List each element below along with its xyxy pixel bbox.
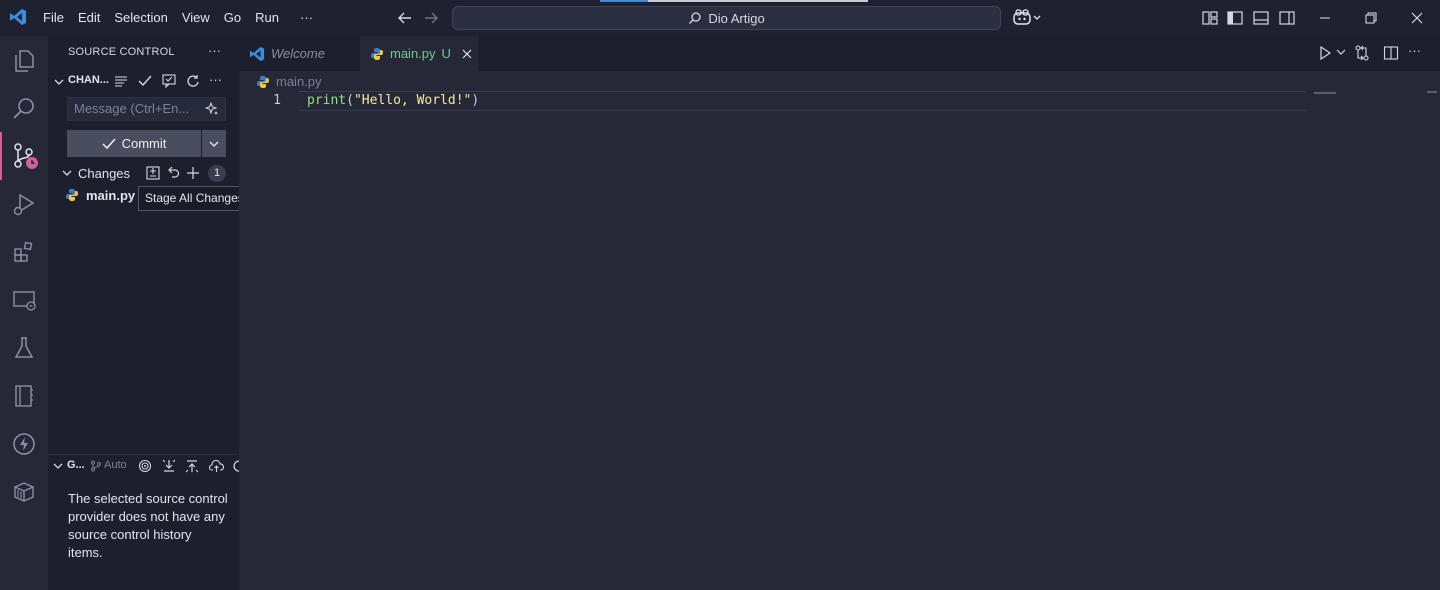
- code-editor[interactable]: main.py 1 print("Hello, World!"): [239, 71, 1440, 590]
- restore-icon[interactable]: [1348, 0, 1394, 36]
- graph-header-label: G...: [67, 459, 85, 471]
- activity-bar: [0, 36, 48, 590]
- tab-main-py-label: main.py: [390, 46, 436, 61]
- extensions-icon[interactable]: [0, 228, 48, 276]
- menu-go[interactable]: Go: [217, 0, 248, 36]
- close-icon[interactable]: [1394, 0, 1440, 36]
- commit-button-label: Commit: [121, 136, 167, 151]
- minimize-icon[interactable]: [1302, 0, 1348, 36]
- section-divider: [48, 454, 239, 455]
- code-function-token: print: [307, 93, 347, 108]
- pull-icon[interactable]: [185, 459, 199, 473]
- commit-message-icon[interactable]: [162, 74, 176, 88]
- view-as-list-icon[interactable]: [114, 74, 128, 88]
- graph-auto-label[interactable]: Auto: [104, 459, 127, 471]
- sidebar-more-button[interactable]: ···: [208, 43, 221, 58]
- menu-view[interactable]: View: [175, 0, 217, 36]
- commit-message-input[interactable]: Message (Ctrl+En...: [67, 97, 226, 121]
- sidebar-title: SOURCE CONTROL: [68, 46, 175, 58]
- minimap-line: [1314, 92, 1336, 94]
- open-changes-icon[interactable]: [1354, 45, 1370, 61]
- fetch-icon[interactable]: [162, 459, 176, 473]
- cloud-upload-icon[interactable]: [209, 459, 224, 473]
- tab-main-py[interactable]: main.py U: [360, 36, 478, 71]
- plus-icon[interactable]: [186, 166, 200, 180]
- line-number: 1: [273, 93, 281, 108]
- refresh-icon[interactable]: [186, 74, 200, 88]
- thunder-icon[interactable]: [0, 420, 48, 468]
- source-control-sidebar: SOURCE CONTROL ··· CHAN... ··· Message (…: [48, 36, 239, 590]
- editor-tab-bar: Welcome main.py U ···: [239, 36, 1440, 71]
- toggle-secondary-sidebar-icon[interactable]: [1278, 9, 1296, 27]
- tab-welcome-label: Welcome: [271, 46, 325, 61]
- code-paren-open: (: [346, 93, 354, 108]
- chevron-down-icon[interactable]: [52, 460, 64, 472]
- open-changes-icon[interactable]: [146, 166, 160, 180]
- run-python-file-icon[interactable]: [1318, 46, 1332, 60]
- run-and-debug-icon[interactable]: [0, 180, 48, 228]
- tab-welcome[interactable]: Welcome: [239, 36, 359, 71]
- remote-explorer-icon[interactable]: [0, 276, 48, 324]
- close-tab-icon[interactable]: [461, 48, 473, 60]
- git-branch-icon: [90, 460, 102, 472]
- breadcrumb-file[interactable]: main.py: [276, 74, 322, 89]
- testing-icon[interactable]: [0, 324, 48, 372]
- search-icon: [688, 11, 702, 25]
- python-file-icon: [370, 47, 384, 61]
- search-text: Dio Artigo: [708, 10, 765, 26]
- title-progress-bar-accent: [600, 0, 648, 2]
- command-center-search[interactable]: Dio Artigo: [452, 6, 1001, 30]
- refresh-history-icon[interactable]: [232, 459, 239, 473]
- chevron-down-icon: [208, 138, 220, 150]
- customize-layout-icon[interactable]: [1201, 9, 1219, 27]
- editor-more-button[interactable]: ···: [1408, 43, 1421, 58]
- chevron-down-icon[interactable]: [1336, 47, 1346, 57]
- code-string-token: "Hello, World!": [353, 93, 472, 108]
- copilot-icon[interactable]: [1013, 9, 1043, 27]
- back-arrow-icon[interactable]: [396, 9, 414, 27]
- split-editor-icon[interactable]: [1383, 45, 1399, 61]
- untracked-status-badge: U: [441, 46, 451, 61]
- changes-group-label[interactable]: Changes: [78, 166, 130, 181]
- menu-run[interactable]: Run: [248, 0, 286, 36]
- source-control-icon[interactable]: [0, 132, 48, 180]
- menu-file[interactable]: File: [36, 0, 71, 36]
- chevron-down-icon[interactable]: [61, 167, 73, 179]
- search-activity-icon[interactable]: [0, 84, 48, 132]
- explorer-icon[interactable]: [0, 36, 48, 84]
- vscode-logo-icon: [9, 8, 27, 26]
- changed-file-main-py[interactable]: main.py: [86, 188, 135, 203]
- notebook-icon[interactable]: [0, 372, 48, 420]
- changes-more-button[interactable]: ···: [209, 72, 222, 87]
- menu-bar: File Edit Selection View Go Run ···: [36, 0, 320, 36]
- vscode-logo-icon: [249, 46, 265, 62]
- python-file-icon: [256, 75, 270, 89]
- discard-all-changes-icon[interactable]: [166, 166, 180, 180]
- chevron-down-icon[interactable]: [53, 76, 65, 88]
- commit-button[interactable]: Commit: [67, 130, 201, 157]
- commit-dropdown-button[interactable]: [202, 130, 226, 157]
- menu-more[interactable]: ···: [286, 0, 320, 36]
- breadcrumb: main.py: [256, 74, 322, 89]
- changes-header-label: CHAN...: [68, 74, 109, 86]
- code-line[interactable]: print("Hello, World!"): [307, 93, 479, 108]
- toggle-primary-sidebar-icon[interactable]: [1226, 9, 1244, 27]
- menu-edit[interactable]: Edit: [71, 0, 107, 36]
- check-icon: [102, 137, 116, 151]
- history-empty-message: The selected source control provider doe…: [68, 491, 228, 560]
- containers-icon[interactable]: [0, 468, 48, 516]
- code-paren-close: ): [471, 93, 480, 108]
- sparkle-icon[interactable]: [205, 102, 219, 116]
- menu-selection[interactable]: Selection: [107, 0, 174, 36]
- target-icon[interactable]: [138, 459, 152, 473]
- title-bar: File Edit Selection View Go Run ··· Dio …: [0, 0, 1440, 36]
- python-file-icon: [65, 188, 79, 202]
- stage-all-changes-tooltip: Stage All Changes: [138, 186, 251, 211]
- overview-ruler-marker: [1427, 91, 1437, 93]
- checkmark-icon[interactable]: [138, 74, 152, 88]
- changes-count-badge: 1: [208, 165, 226, 182]
- toggle-panel-icon[interactable]: [1252, 9, 1270, 27]
- forward-arrow-icon[interactable]: [422, 9, 440, 27]
